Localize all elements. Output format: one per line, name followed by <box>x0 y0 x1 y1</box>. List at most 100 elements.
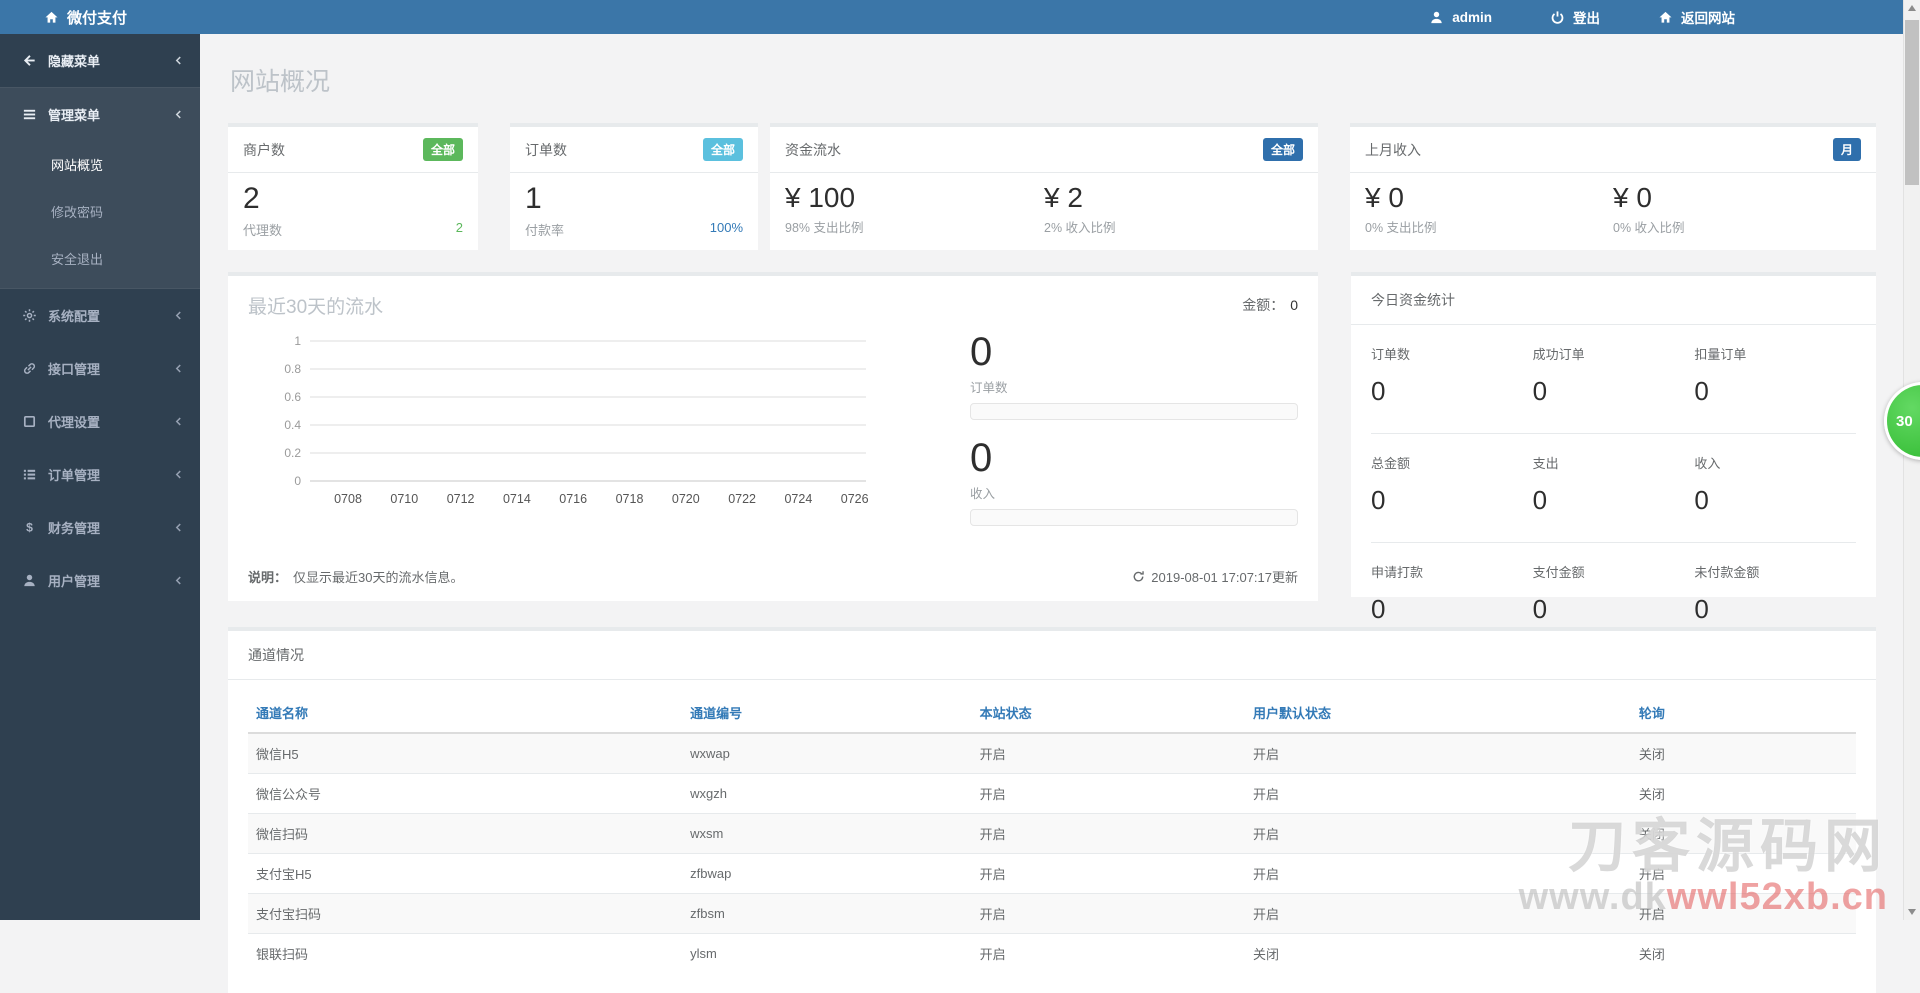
chevron-left-icon <box>173 363 184 374</box>
svg-text:0714: 0714 <box>503 492 531 506</box>
svg-text:0: 0 <box>294 474 301 488</box>
navbar-right: admin 登出 返回网站 <box>1429 7 1903 27</box>
stat-cell-label: 支付金额 <box>1533 562 1695 581</box>
chevron-left-icon <box>173 310 184 321</box>
user-icon <box>1429 10 1444 25</box>
table-cell: 支付宝扫码 <box>248 893 682 933</box>
brand[interactable]: 微付支付 <box>0 7 127 28</box>
flow-note-text: 仅显示最近30天的流水信息。 <box>293 570 463 585</box>
card-title: 商户数 <box>243 140 285 160</box>
metric-value: 0 <box>970 437 1298 479</box>
brand-label: 微付支付 <box>67 7 127 28</box>
username: admin <box>1452 10 1492 25</box>
down-arrow-icon <box>1908 909 1916 915</box>
sidebar-item-label: 用户管理 <box>48 571 100 590</box>
sidebar-item-label: 接口管理 <box>48 359 100 378</box>
table-row: 银联扫码ylsm开启关闭关闭 <box>248 933 1856 973</box>
sidebar-item-label: 隐藏菜单 <box>48 51 100 70</box>
sidebar-item[interactable]: 订单管理 <box>0 448 200 501</box>
bars-icon <box>22 107 37 122</box>
chevron-left-icon <box>173 109 184 120</box>
table-row: 支付宝扫码zfbsm开启开启开启 <box>248 893 1856 933</box>
page-title: 网站概况 <box>230 62 1876 98</box>
column-header[interactable]: 通道编号 <box>682 693 971 733</box>
svg-text:0.4: 0.4 <box>284 418 301 432</box>
sidebar-item-label: 管理菜单 <box>48 105 100 124</box>
user-menu[interactable]: admin <box>1429 10 1492 25</box>
stat-cell-label: 收入 <box>1694 453 1856 472</box>
sidebar-group: 代理设置 <box>0 395 200 448</box>
sidebar-group: $财务管理 <box>0 501 200 554</box>
table-cell: wxgzh <box>682 773 971 813</box>
svg-text:0.2: 0.2 <box>284 446 301 460</box>
scroll-down-button[interactable] <box>1904 904 1920 920</box>
sidebar-item[interactable]: $财务管理 <box>0 501 200 554</box>
sidebar-group: 系统配置 <box>0 289 200 342</box>
svg-text:0724: 0724 <box>784 492 812 506</box>
flow-amount: 金额：0 <box>1242 295 1298 315</box>
refresh-timestamp[interactable]: 2019-08-01 17:07:17更新 <box>1132 567 1298 586</box>
svg-text:1: 1 <box>294 334 301 348</box>
stat-cards-row: 商户数 全部 2 代理数 2 订单数 全部 1 付款率 100% <box>228 123 1876 250</box>
table-cell: 微信公众号 <box>248 773 682 813</box>
stat-cell: 收入0 <box>1694 434 1856 543</box>
table-cell: ylsm <box>682 933 971 973</box>
sidebar-item[interactable]: 代理设置 <box>0 395 200 448</box>
stat-card-funds-flow: 资金流水 全部 ¥ 100 98% 支出比例 ¥ 2 2% 收入比例 <box>770 123 1318 250</box>
sidebar-item[interactable]: 系统配置 <box>0 289 200 342</box>
scroll-up-button[interactable] <box>1904 0 1920 16</box>
stat-cell: 申请打款0 <box>1371 543 1533 651</box>
link-icon <box>22 361 37 376</box>
channel-table-body: 微信H5wxwap开启开启关闭微信公众号wxgzh开启开启关闭微信扫码wxsm开… <box>248 733 1856 973</box>
stat-cell-label: 未付款金额 <box>1694 562 1856 581</box>
up-arrow-icon <box>1908 5 1916 11</box>
flow-amount-value: 0 <box>1290 297 1298 313</box>
table-cell: 关闭 <box>1631 933 1856 973</box>
sidebar-subitem[interactable]: 安全退出 <box>0 235 200 282</box>
card-sub-label: 98% 支出比例 <box>785 217 1044 236</box>
column-header[interactable]: 轮询 <box>1631 693 1856 733</box>
svg-text:0720: 0720 <box>672 492 700 506</box>
sidebar-subitem[interactable]: 修改密码 <box>0 188 200 235</box>
card-sub-value: 2 <box>456 220 463 239</box>
svg-text:$: $ <box>26 521 33 535</box>
sidebar-item[interactable]: 接口管理 <box>0 342 200 395</box>
sidebar-item[interactable]: 隐藏菜单 <box>0 34 200 87</box>
stat-cell-value: 0 <box>1533 485 1695 516</box>
scrollbar-thumb[interactable] <box>1905 20 1919 185</box>
floating-badge-label: 30 <box>1896 413 1913 430</box>
back-label: 返回网站 <box>1681 7 1735 27</box>
card-value: ¥ 2 <box>1044 182 1303 214</box>
svg-text:0726: 0726 <box>841 492 869 506</box>
sidebar-item-label: 订单管理 <box>48 465 100 484</box>
channel-panel: 通道情况 通道名称通道编号本站状态用户默认状态轮询 微信H5wxwap开启开启关… <box>228 627 1876 993</box>
chevron-left-icon <box>173 55 184 66</box>
stat-cell-value: 0 <box>1694 594 1856 625</box>
table-cell: 开启 <box>1245 893 1631 933</box>
vertical-scrollbar[interactable] <box>1903 0 1920 920</box>
card-sub-label: 代理数 <box>243 220 282 239</box>
table-cell: 开启 <box>972 853 1245 893</box>
sidebar-subitem[interactable]: 网站概览 <box>0 141 200 188</box>
table-row: 微信H5wxwap开启开启关闭 <box>248 733 1856 774</box>
today-stats-title: 今日资金统计 <box>1351 276 1876 325</box>
card-value: ¥ 100 <box>785 182 1044 214</box>
svg-text:0710: 0710 <box>390 492 418 506</box>
table-cell: 开启 <box>972 893 1245 933</box>
back-to-site-button[interactable]: 返回网站 <box>1658 7 1735 27</box>
logout-button[interactable]: 登出 <box>1550 7 1600 27</box>
column-header[interactable]: 本站状态 <box>972 693 1245 733</box>
chevron-left-icon <box>173 469 184 480</box>
card-sub-label: 2% 收入比例 <box>1044 217 1303 236</box>
sidebar-item[interactable]: 用户管理 <box>0 554 200 607</box>
card-badge: 全部 <box>423 138 463 161</box>
sidebar-group: 隐藏菜单 <box>0 34 200 87</box>
sidebar-item[interactable]: 管理菜单 <box>0 88 200 141</box>
card-value: 2 <box>243 182 463 217</box>
table-cell: 微信H5 <box>248 733 682 774</box>
column-header[interactable]: 通道名称 <box>248 693 682 733</box>
table-cell: 开启 <box>972 933 1245 973</box>
gear-icon <box>22 308 37 323</box>
stat-cell-value: 0 <box>1533 594 1695 625</box>
column-header[interactable]: 用户默认状态 <box>1245 693 1631 733</box>
